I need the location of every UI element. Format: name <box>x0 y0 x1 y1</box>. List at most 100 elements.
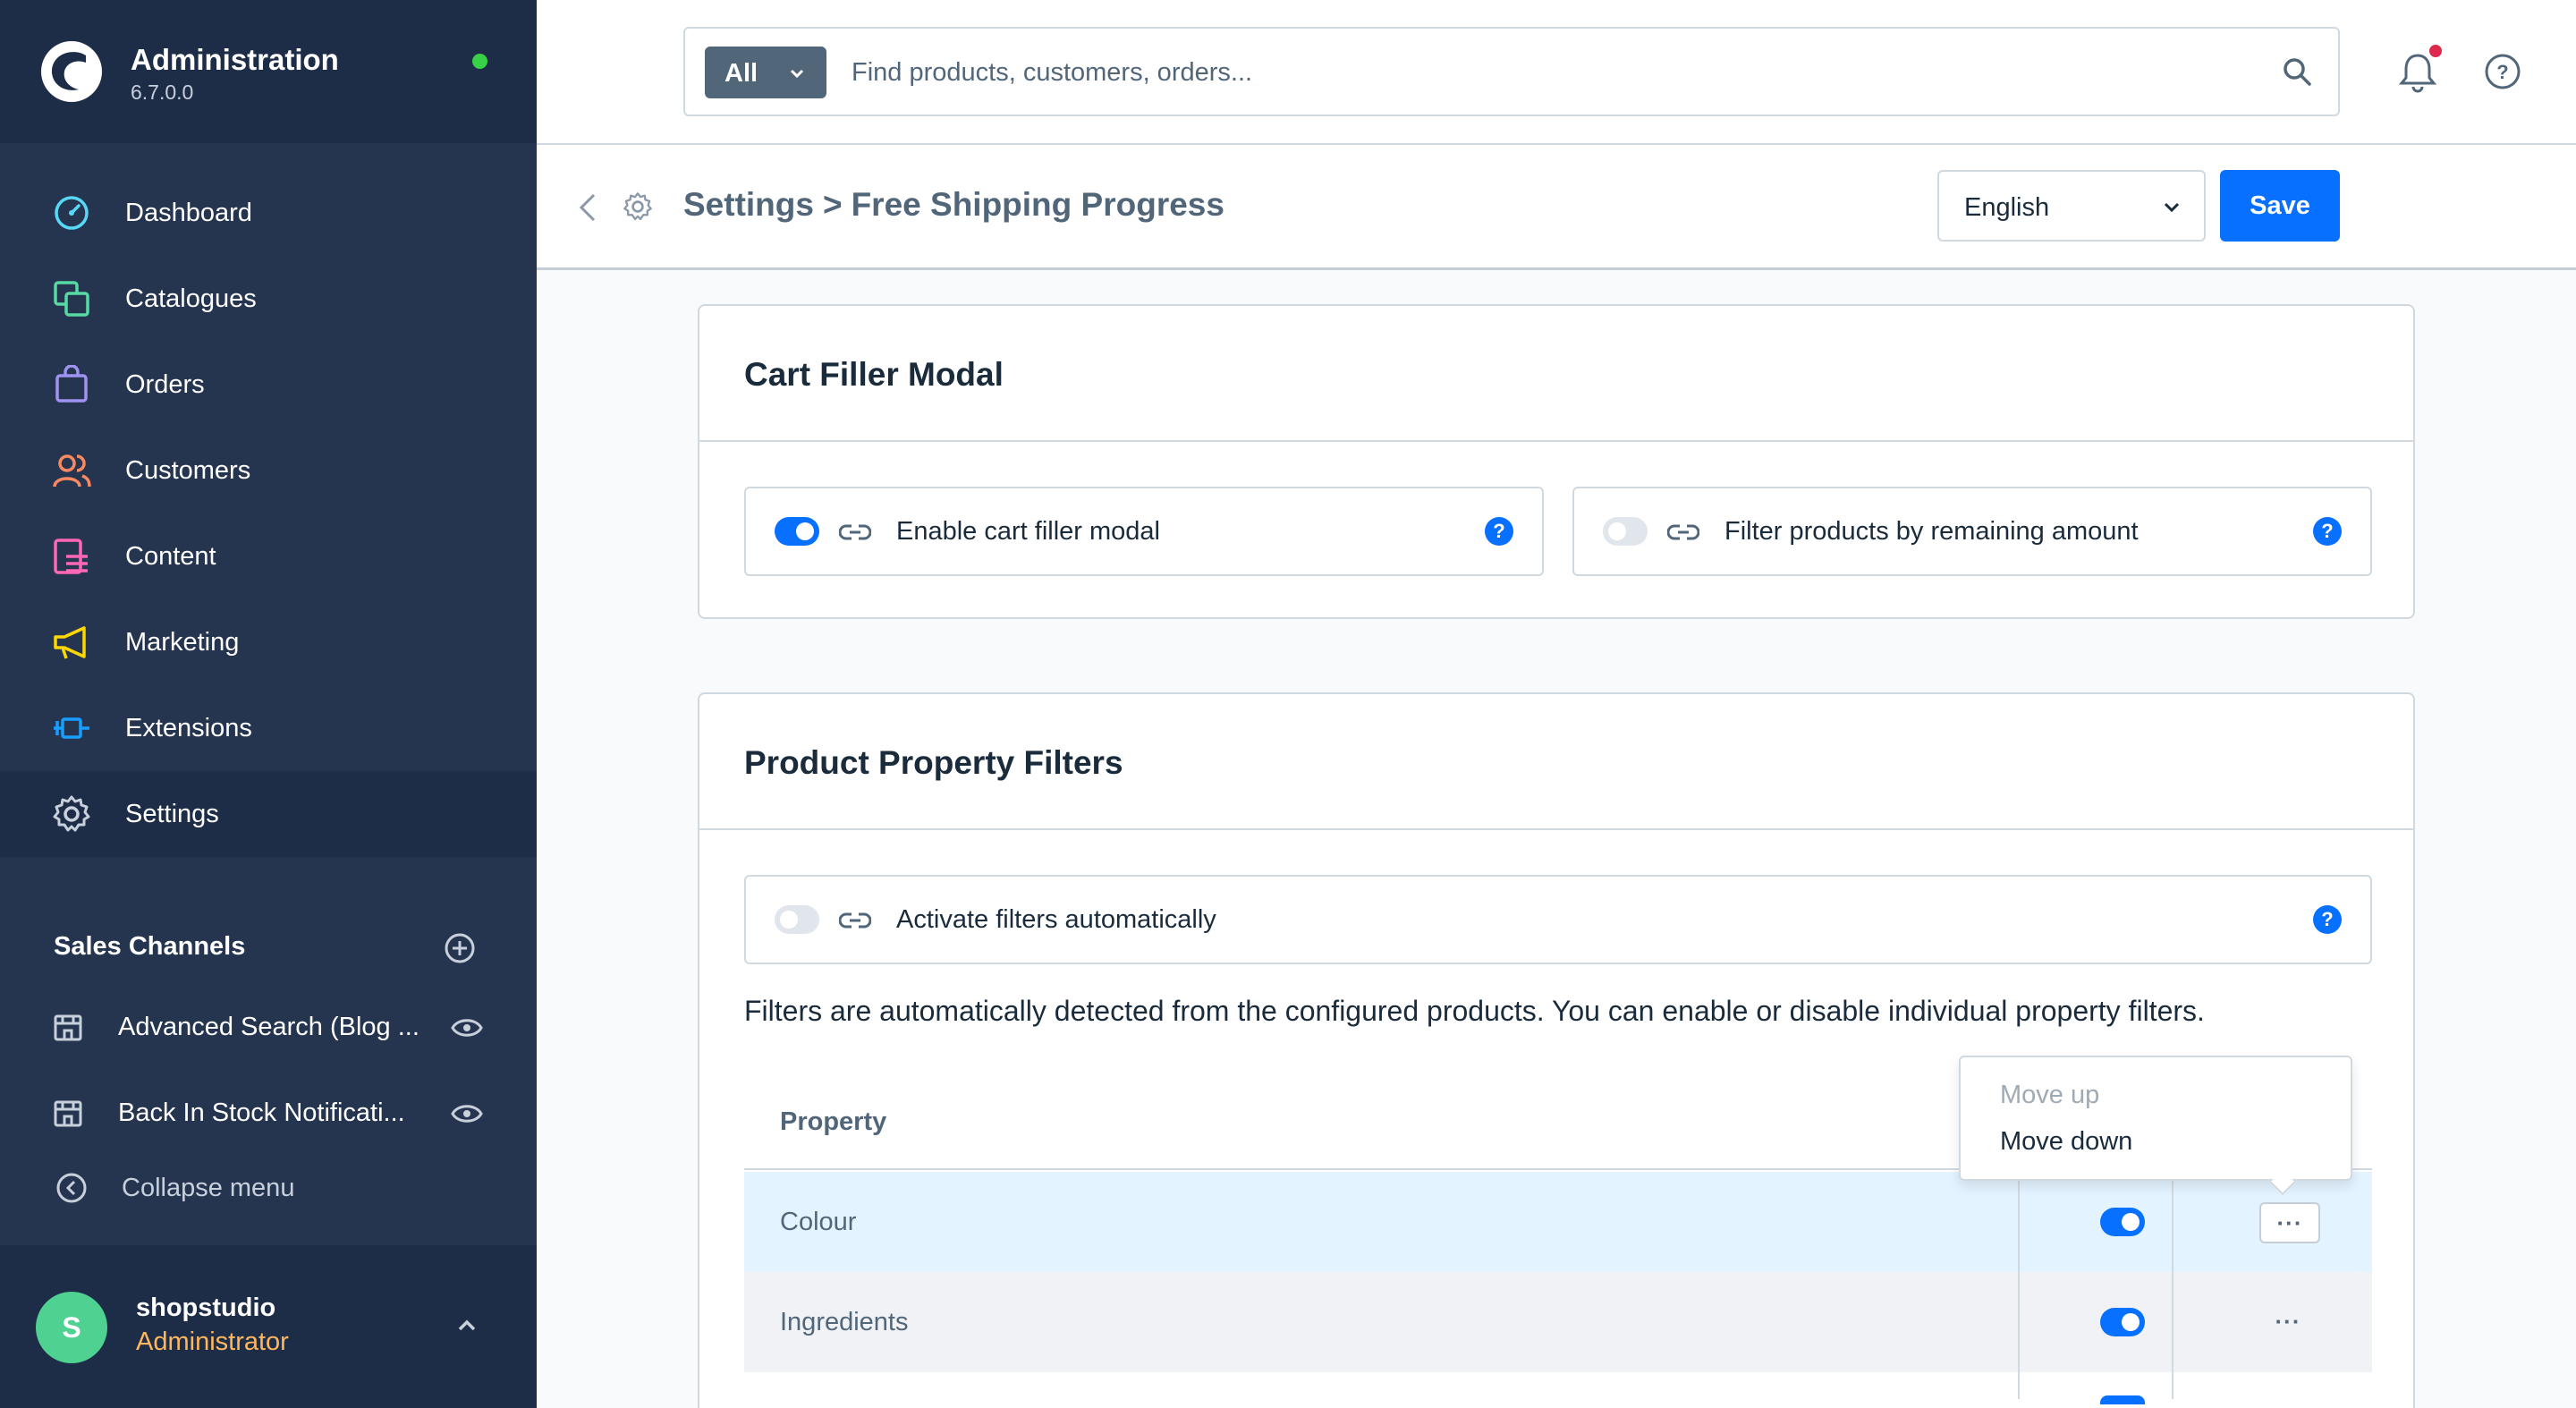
help-tooltip-icon[interactable]: ? <box>2313 517 2342 546</box>
search-icon[interactable] <box>2281 55 2313 88</box>
brand-version: 6.7.0.0 <box>131 81 194 104</box>
card-divider <box>699 440 2413 442</box>
row-context-menu: Move up Move down <box>1959 1056 2352 1196</box>
chevron-down-icon <box>2164 202 2180 213</box>
enable-cart-filler-field: Enable cart filler modal ? <box>744 487 1544 576</box>
sales-channels-heading: Sales Channels <box>54 932 246 961</box>
customers-icon <box>53 454 91 488</box>
search-type-label: All <box>724 59 758 88</box>
card-divider <box>699 828 2413 830</box>
extensions-icon <box>54 717 89 739</box>
nav-item-extensions[interactable]: Extensions <box>0 685 537 771</box>
field-label: Enable cart filler modal <box>896 517 1160 546</box>
nav-label: Marketing <box>125 627 240 657</box>
sales-channel-item[interactable]: Advanced Search (Blog ... <box>0 993 537 1064</box>
column-divider <box>2172 1272 2174 1372</box>
column-divider <box>2172 1372 2174 1399</box>
content-icon <box>54 539 88 574</box>
filter-remaining-amount-toggle[interactable] <box>1603 517 1648 546</box>
filter-remaining-amount-field: Filter products by remaining amount ? <box>1572 487 2372 576</box>
more-icon: ··· <box>2275 1308 2301 1335</box>
row-active-toggle[interactable] <box>2100 1208 2145 1236</box>
nav-item-customers[interactable]: Customers <box>0 428 537 513</box>
activate-filters-field: Activate filters automatically ? <box>744 875 2372 964</box>
breadcrumb: Settings > Free Shipping Progress <box>683 186 1224 224</box>
inheritance-link-icon[interactable] <box>839 521 871 544</box>
move-up-menu-item[interactable]: Move up <box>2000 1081 2099 1110</box>
brand-header: Administration 6.7.0.0 <box>0 0 537 143</box>
orders-icon <box>55 365 88 403</box>
storefront-icon <box>54 1014 82 1041</box>
table-row[interactable]: Colour ··· <box>744 1172 2372 1272</box>
toggle-knob <box>780 911 798 929</box>
sales-channel-label: Advanced Search (Blog ... <box>118 1013 419 1041</box>
nav-label: Catalogues <box>125 284 257 313</box>
user-menu[interactable]: S shopstudio Administrator <box>0 1245 537 1408</box>
settings-icon <box>623 192 652 221</box>
admin-sidebar: Administration 6.7.0.0 Dashboard Catalog… <box>0 0 537 1408</box>
search-input[interactable] <box>852 47 2193 98</box>
shopware-logo-icon[interactable] <box>39 39 104 104</box>
brand-title: Administration <box>131 43 339 76</box>
language-switch[interactable]: English <box>1937 170 2206 242</box>
inheritance-link-icon[interactable] <box>839 909 871 932</box>
property-filters-card: Product Property Filters Activate filter… <box>698 692 2415 1408</box>
smart-bar: Settings > Free Shipping Progress English … <box>537 145 2576 270</box>
cart-filler-card: Cart Filler Modal Enable cart filler mod… <box>698 304 2415 619</box>
row-property-label: Colour <box>780 1208 857 1236</box>
nav-item-settings[interactable]: Settings <box>0 771 537 857</box>
column-divider <box>2018 1372 2020 1399</box>
column-header-property[interactable]: Property <box>780 1107 886 1137</box>
nav-label: Dashboard <box>125 198 252 227</box>
row-actions-button[interactable]: ··· <box>2259 1302 2320 1344</box>
nav-label: Customers <box>125 455 251 485</box>
help-icon[interactable]: ? <box>2483 52 2522 91</box>
activate-filters-toggle[interactable] <box>775 905 819 934</box>
nav-label: Orders <box>125 369 205 399</box>
column-divider <box>2018 1172 2020 1272</box>
row-actions-button[interactable]: ··· <box>2259 1202 2320 1243</box>
table-row[interactable]: Ingredients ··· <box>744 1272 2372 1372</box>
save-button[interactable]: Save <box>2220 170 2340 242</box>
add-sales-channel-icon[interactable] <box>444 932 476 964</box>
move-down-menu-item[interactable]: Move down <box>2000 1127 2132 1157</box>
online-status-dot <box>472 54 487 69</box>
nav-item-marketing[interactable]: Marketing <box>0 599 537 685</box>
table-row[interactable] <box>744 1372 2372 1404</box>
global-search: All <box>683 27 2340 116</box>
enable-cart-filler-toggle[interactable] <box>775 517 819 546</box>
main-navigation: Dashboard Catalogues Orders Customers Co… <box>0 170 537 857</box>
chevron-up-icon[interactable] <box>454 1313 479 1338</box>
inheritance-link-icon[interactable] <box>1667 521 1699 544</box>
back-arrow-icon[interactable] <box>576 191 599 224</box>
toggle-knob <box>1608 522 1626 540</box>
svg-text:?: ? <box>2496 61 2508 83</box>
row-active-toggle[interactable] <box>2100 1308 2145 1336</box>
nav-item-dashboard[interactable]: Dashboard <box>0 170 537 256</box>
nav-item-orders[interactable]: Orders <box>0 342 537 428</box>
breadcrumb-parent[interactable]: Settings <box>683 186 814 223</box>
eye-icon[interactable] <box>451 1100 483 1127</box>
card-title: Product Property Filters <box>744 744 1123 781</box>
column-divider <box>2172 1172 2174 1272</box>
user-name: shopstudio <box>136 1293 276 1322</box>
row-active-toggle[interactable] <box>2100 1395 2145 1404</box>
field-label: Activate filters automatically <box>896 905 1216 934</box>
eye-icon[interactable] <box>451 1014 483 1041</box>
search-type-dropdown[interactable]: All <box>705 47 826 98</box>
nav-item-catalogues[interactable]: Catalogues <box>0 256 537 342</box>
help-tooltip-icon[interactable]: ? <box>1485 517 1513 546</box>
column-divider <box>2018 1272 2020 1372</box>
sales-channel-label: Back In Stock Notificati... <box>118 1098 405 1127</box>
nav-item-content[interactable]: Content <box>0 513 537 599</box>
sales-channel-item[interactable]: Back In Stock Notificati... <box>0 1079 537 1150</box>
help-tooltip-icon[interactable]: ? <box>2313 905 2342 934</box>
more-icon: ··· <box>2276 1209 2303 1236</box>
filters-description: Filters are automatically detected from … <box>744 995 2205 1027</box>
collapse-menu-button[interactable]: Collapse menu <box>0 1168 537 1213</box>
breadcrumb-separator: > <box>822 186 843 223</box>
chevron-left-circle-icon <box>56 1173 87 1203</box>
page-title: Free Shipping Progress <box>851 186 1224 223</box>
chevron-down-icon <box>790 69 804 79</box>
avatar: S <box>36 1292 107 1363</box>
